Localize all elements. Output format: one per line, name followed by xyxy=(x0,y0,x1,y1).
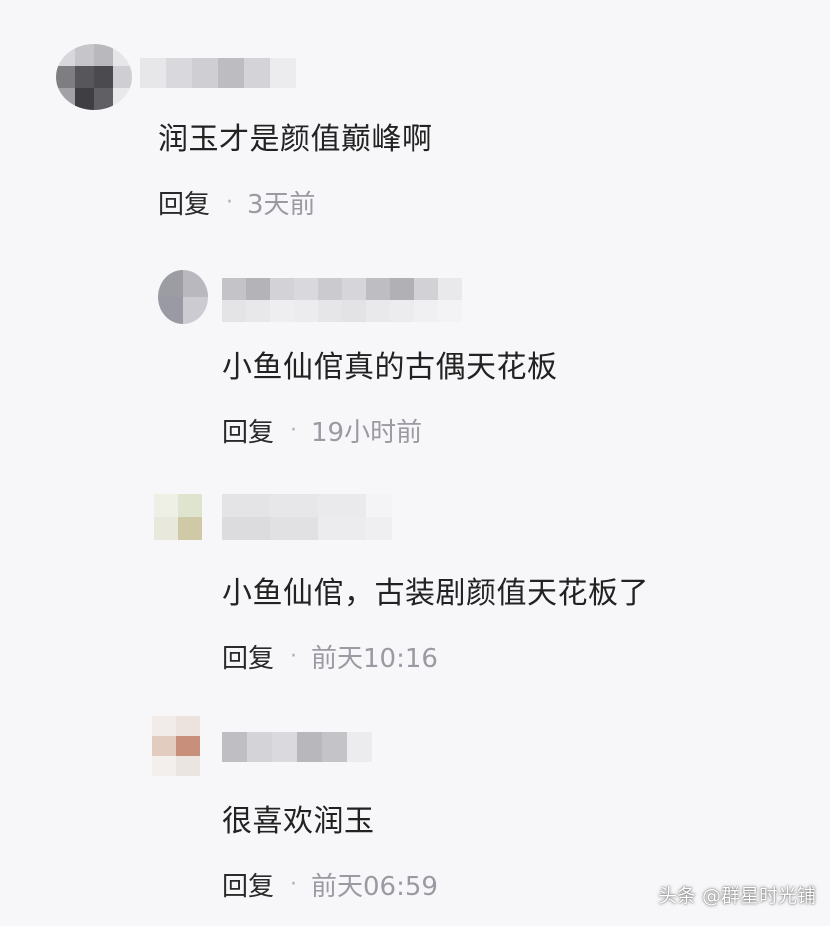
avatar[interactable] xyxy=(154,494,202,540)
comment-text: 很喜欢润玉 xyxy=(222,804,375,839)
separator-dot: · xyxy=(226,190,234,215)
reply-button[interactable]: 回复 xyxy=(222,866,274,903)
watermark: 头条 @群星时光铺 xyxy=(657,885,816,907)
comment-time: 前天06:59 xyxy=(311,872,438,902)
comment-meta: 回复 · 19小时前 xyxy=(222,412,422,449)
username-blurred[interactable] xyxy=(222,278,462,322)
comment-meta: 回复 · 前天06:59 xyxy=(222,866,438,903)
comment-time: 19小时前 xyxy=(311,418,423,448)
comment-meta: 回复 · 前天10:16 xyxy=(222,638,438,675)
avatar[interactable] xyxy=(158,270,208,324)
comment-thread: 润玉才是颜值巅峰啊 回复 · 3天前 小鱼仙倌真的古偶天花板 回复 · 19小时… xyxy=(0,0,830,926)
comment-time: 3天前 xyxy=(247,190,316,220)
comment-time: 前天10:16 xyxy=(311,644,438,674)
avatar[interactable] xyxy=(56,44,132,110)
username-blurred[interactable] xyxy=(222,494,392,540)
username-blurred[interactable] xyxy=(222,732,372,762)
separator-dot: · xyxy=(290,418,298,443)
comment-text: 小鱼仙倌真的古偶天花板 xyxy=(222,350,558,385)
separator-dot: · xyxy=(290,644,298,669)
username-blurred[interactable] xyxy=(140,58,296,88)
separator-dot: · xyxy=(290,872,298,897)
comment-meta: 回复 · 3天前 xyxy=(158,184,316,221)
reply-button[interactable]: 回复 xyxy=(222,638,274,675)
reply-button[interactable]: 回复 xyxy=(158,184,210,221)
reply-button[interactable]: 回复 xyxy=(222,412,274,449)
comment-text: 润玉才是颜值巅峰啊 xyxy=(158,122,433,157)
comment-text: 小鱼仙倌，古装剧颜值天花板了 xyxy=(222,576,649,611)
avatar[interactable] xyxy=(152,716,200,776)
